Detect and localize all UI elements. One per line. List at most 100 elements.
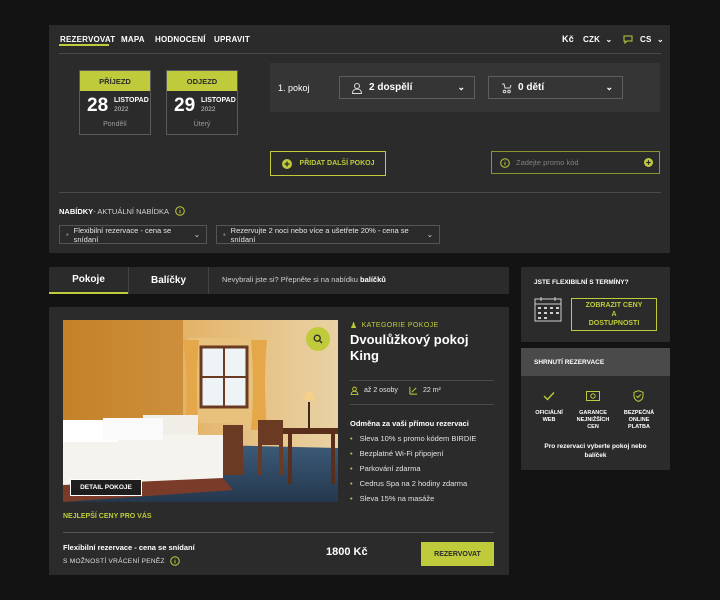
info-icon[interactable]: [175, 206, 185, 216]
badge-lowest-line-3: CEN: [587, 424, 599, 430]
tab-rooms[interactable]: Pokoje: [49, 267, 128, 294]
perk-item: Sleva 10% s promo kódem BIRDIE: [350, 434, 477, 443]
perk-item: Bezplatné Wi-Fi připojení: [350, 449, 444, 458]
room-area-value: 22 m²: [423, 387, 441, 394]
show-prices-button[interactable]: ZOBRAZIT CENY A DOSTUPNOSTI: [571, 298, 657, 331]
book-button-label: REZERVOVAT: [434, 550, 481, 558]
badge-secure-line-3: PLATBA: [628, 424, 650, 430]
people-icon: ♟: [350, 321, 358, 330]
offer-dot-icon: ▪: [66, 230, 69, 239]
chevron-down-icon: ⌄: [605, 35, 613, 44]
show-prices-line-2: A: [611, 311, 617, 318]
room-photo-image: [63, 320, 338, 502]
tab-packages-label: Balíčky: [150, 275, 187, 286]
show-prices-line-1: ZOBRAZIT CENY: [585, 302, 643, 309]
tab-packages[interactable]: Balíčky: [128, 267, 209, 294]
summary-hint-line-1: Pro rezervaci vyberte pokoj nebo: [544, 443, 647, 450]
room-label: 1. pokoj: [278, 83, 310, 93]
offers-label-rest: - AKTUÁLNÍ NABÍDKA: [93, 206, 170, 216]
offer-select-two-nights-label: Rezervujte 2 noci nebo více a ušetřete 2…: [230, 225, 409, 244]
offer-dot-icon: ▪: [223, 230, 226, 239]
perk-item: Sleva 15% na masáže: [350, 494, 435, 503]
summary-hint-line-2: balíček: [584, 452, 607, 459]
currency-select[interactable]: CZK ⌄: [583, 35, 612, 44]
arrival-label: PŘÍJEZD: [80, 71, 150, 91]
promo-code-input[interactable]: Zadejte promo kód: [491, 151, 660, 174]
best-price-label: NEJLEPŠÍ CENY PRO VÁS: [63, 513, 152, 520]
room-name-line-2: King: [350, 348, 379, 363]
room-guests-value: až 2 osoby: [364, 387, 398, 394]
nav-upravit[interactable]: UPRAVIT: [214, 35, 250, 44]
area-icon: [409, 386, 418, 395]
summary-hint: Pro rezervaci vyberte pokoj nebo balíček: [528, 442, 663, 460]
arrival-date-card[interactable]: PŘÍJEZD 28 LISTOPAD 2022 Pondělí: [79, 70, 151, 135]
offers-divider: [59, 192, 661, 193]
children-select[interactable]: 0 dětí ⌄: [488, 76, 623, 99]
zoom-button[interactable]: [306, 327, 330, 351]
perk-item: Cedrus Spa na 2 hodiny zdarma: [350, 479, 468, 488]
tabs-hint: Nevybrali jste si? Přepněte si na nabídk…: [222, 275, 386, 284]
badge-secure-line-1: BEZPEČNÁ: [623, 410, 655, 416]
search-icon: [313, 334, 323, 344]
offer-select-flexible[interactable]: ▪ Flexibilní rezervace - cena se snídaní…: [59, 225, 207, 244]
departure-date-card[interactable]: ODJEZD 29 LISTOPAD 2022 Úterý: [166, 70, 238, 135]
shield-icon: [633, 390, 644, 402]
badge-official-web: OFICIÁLNÍ WEB: [528, 410, 570, 424]
room-photo[interactable]: [63, 320, 338, 502]
arrival-month: LISTOPAD: [114, 97, 149, 104]
chevron-down-icon: ⌄: [656, 35, 664, 44]
chat-icon: [623, 35, 633, 44]
plus-circle-icon[interactable]: [644, 158, 653, 167]
rate-price: 1800 Kč: [326, 546, 368, 558]
offer-select-flexible-label: Flexibilní rezervace - cena se snídaní: [73, 225, 172, 244]
chevron-down-icon: ⌄: [457, 82, 465, 92]
offers-heading: NABÍDKY - AKTUÁLNÍ NABÍDKA: [59, 206, 185, 216]
room-name: Dvoulůžkový pokoj King: [350, 332, 468, 364]
language-select[interactable]: CS ⌄: [640, 35, 664, 44]
nav-divider: [59, 53, 661, 54]
room-info-divider-bottom: [350, 404, 494, 405]
nav-hodnoceni[interactable]: HODNOCENÍ: [155, 35, 206, 44]
add-room-button[interactable]: PŘIDAT DALŠÍ POKOJ: [270, 151, 386, 176]
language-code: CS: [640, 35, 652, 44]
summary-header: SHRNUTÍ REZERVACE: [521, 348, 670, 376]
adults-select[interactable]: 2 dospělí ⌄: [339, 76, 475, 99]
room-category-label: KATEGORIE POKOJE: [361, 322, 439, 329]
badge-lowest-line-1: GARANCE: [579, 410, 607, 416]
nav-mapa[interactable]: MAPA: [121, 35, 145, 44]
nav-active-indicator: [59, 44, 109, 46]
refund-info: S MOŽNOSTÍ VRÁCENÍ PENĚZ: [63, 556, 180, 566]
rate-divider: [63, 532, 494, 533]
badge-lowest-price: GARANCE NEJNIŽŠÍCH CEN: [572, 410, 614, 431]
badge-official-line-1: OFICIÁLNÍ: [535, 410, 563, 416]
room-guests: až 2 osoby: [350, 386, 398, 395]
room-area: 22 m²: [409, 386, 441, 395]
room-detail-button[interactable]: DETAIL POKOJE: [70, 479, 142, 496]
departure-label: ODJEZD: [167, 71, 237, 91]
info-icon[interactable]: [170, 556, 180, 566]
tabs-hint-link[interactable]: balíčků: [360, 275, 386, 284]
person-icon: [351, 82, 363, 94]
arrival-year: 2022: [114, 106, 129, 113]
offer-select-two-nights[interactable]: ▪ Rezervujte 2 noci nebo více a ušetřete…: [216, 225, 440, 244]
currency-code: CZK: [583, 35, 601, 44]
adults-value: 2 dospělí: [369, 82, 413, 93]
room-info-divider-top: [350, 380, 494, 381]
book-button[interactable]: REZERVOVAT: [421, 542, 494, 566]
arrival-weekday: Pondělí: [103, 121, 127, 128]
perk-item: Parkování zdarma: [350, 464, 421, 473]
nav-rezervovat[interactable]: REZERVOVAT: [60, 35, 115, 44]
badge-lowest-line-2: NEJNIŽŠÍCH: [576, 417, 610, 423]
person-icon: [350, 386, 359, 395]
tab-rooms-label: Pokoje: [72, 274, 105, 285]
room-name-line-1: Dvoulůžkový pokoj: [350, 332, 469, 347]
flexible-dates-title: JSTE FLEXIBILNÍ S TERMÍNY?: [534, 279, 629, 286]
offers-label-bold: NABÍDKY: [59, 206, 94, 216]
arrival-day: 28: [87, 95, 109, 116]
departure-month: LISTOPAD: [201, 97, 236, 104]
chevron-down-icon: ⌄: [605, 82, 613, 92]
add-room-label: PŘIDAT DALŠÍ POKOJ: [299, 160, 375, 167]
badge-secure-payment: BEZPEČNÁ ONLINE PLATBA: [618, 410, 660, 431]
refund-label: S MOŽNOSTÍ VRÁCENÍ PENĚZ: [63, 557, 165, 565]
show-prices-line-3: DOSTUPNOSTI: [588, 320, 640, 327]
